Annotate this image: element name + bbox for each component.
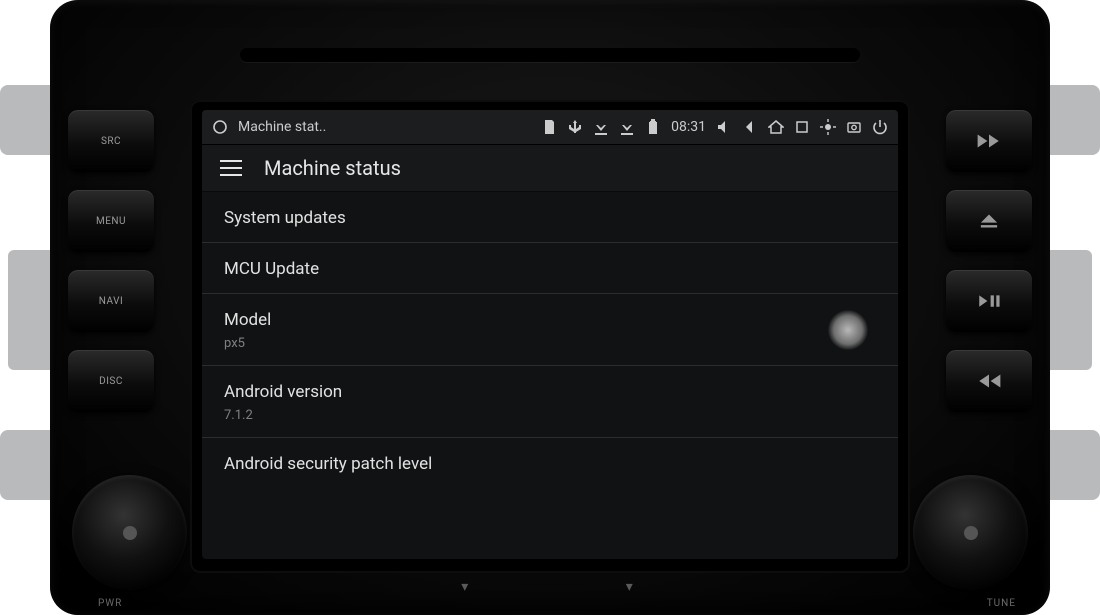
hw-button-menu[interactable]: MENU: [68, 190, 154, 252]
left-button-column: SRC MENU NAVI DISC: [68, 110, 154, 412]
list-item[interactable]: Android security patch level: [202, 438, 898, 488]
hw-button-eject-icon[interactable]: [946, 190, 1032, 252]
android-screen: Machine stat.. 08:31: [202, 110, 898, 559]
list-item-title: System updates: [224, 208, 876, 228]
settings-header: Machine status: [202, 145, 898, 192]
knob-label: PWR: [98, 598, 122, 609]
hw-button-next-icon[interactable]: [946, 110, 1032, 172]
list-item-title: Model: [224, 310, 876, 330]
right-button-column: [946, 110, 1032, 412]
statusbar-app-title: Machine stat..: [238, 119, 326, 135]
download-icon: [593, 119, 609, 135]
page-title: Machine status: [264, 156, 401, 180]
tune-knob[interactable]: [913, 475, 1028, 590]
sd-card-icon: [541, 119, 557, 135]
list-item-title: MCU Update: [224, 259, 876, 279]
list-item-title: Android version: [224, 382, 876, 402]
hw-button-label: MENU: [96, 216, 126, 227]
list-item[interactable]: Model px5: [202, 294, 898, 366]
nav-circle-icon: [212, 119, 228, 135]
home-nav-icon[interactable]: [768, 119, 784, 135]
download-icon: [619, 119, 635, 135]
settings-list[interactable]: System updates MCU Update Model px5 Andr…: [202, 192, 898, 559]
volume-knob[interactable]: [72, 475, 187, 590]
recents-nav-icon[interactable]: [794, 119, 810, 135]
list-item[interactable]: System updates: [202, 192, 898, 243]
usb-icon: [567, 119, 583, 135]
list-item-title: Android security patch level: [224, 454, 876, 474]
list-item[interactable]: Android version 7.1.2: [202, 366, 898, 438]
hw-button-prev-icon[interactable]: [946, 350, 1032, 412]
head-unit-fascia: SRC MENU NAVI DISC PWR TUNE ▾: [50, 0, 1050, 615]
hw-button-label: DISC: [99, 376, 123, 387]
list-item-subtitle: px5: [224, 336, 876, 351]
back-nav-icon[interactable]: [742, 119, 758, 135]
statusbar-clock: 08:31: [671, 119, 706, 135]
power-icon[interactable]: [872, 119, 888, 135]
product-photo: SRC MENU NAVI DISC PWR TUNE ▾: [0, 0, 1100, 615]
hw-button-navi[interactable]: NAVI: [68, 270, 154, 332]
list-item-subtitle: 7.1.2: [224, 408, 876, 423]
hw-button-label: NAVI: [99, 296, 123, 307]
disc-slot[interactable]: [240, 48, 860, 62]
battery-icon: [645, 119, 661, 135]
hw-button-play-pause-icon[interactable]: [946, 270, 1032, 332]
hw-button-src[interactable]: SRC: [68, 110, 154, 172]
fascia-marker: ▾ ▾: [461, 579, 639, 595]
knob-label: TUNE: [987, 598, 1016, 609]
hw-button-label: SRC: [101, 136, 121, 147]
screenshot-icon[interactable]: [846, 119, 862, 135]
volume-icon: [716, 119, 732, 135]
hamburger-icon[interactable]: [220, 160, 242, 176]
brightness-icon[interactable]: [820, 119, 836, 135]
hw-button-disc[interactable]: DISC: [68, 350, 154, 412]
lcd-bezel: Machine stat.. 08:31: [190, 100, 910, 573]
status-bar[interactable]: Machine stat.. 08:31: [202, 110, 898, 145]
list-item[interactable]: MCU Update: [202, 243, 898, 294]
